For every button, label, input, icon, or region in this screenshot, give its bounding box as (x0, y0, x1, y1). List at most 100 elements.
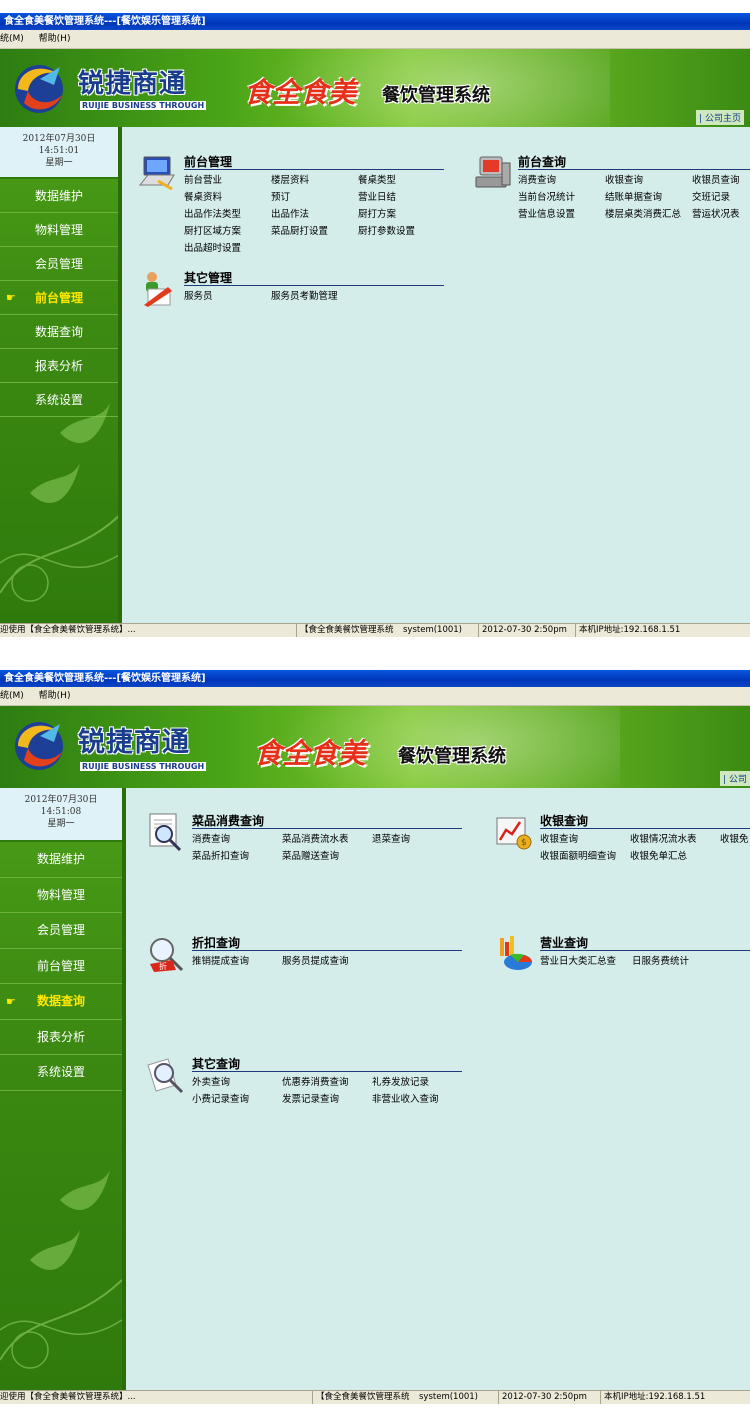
title-bar: 食全食美餐饮管理系统---[餐饮娱乐管理系统] (0, 13, 750, 30)
sidebar-item-label: 会员管理 (36, 923, 85, 937)
sidebar-item-reports[interactable]: 报表分析 (0, 1020, 122, 1055)
menu-help[interactable]: 帮助(H) (39, 691, 71, 701)
status-welcome: 迎使用【食全食美餐饮管理系统】... (0, 1392, 136, 1402)
link-cashier-free[interactable]: 收银免 (720, 833, 750, 846)
link-floor-table-summary[interactable]: 楼层桌类消费汇总 (605, 208, 692, 221)
link-operation-status[interactable]: 营运状况表 (692, 208, 750, 221)
company-homepage-link[interactable]: | 公司主页 (696, 110, 744, 125)
section-front-desk-management: 前台管理 前台营业 楼层资料 餐桌类型 餐桌资料 预订 营业日结 出品作法类型 … (138, 153, 458, 263)
link-non-business-income[interactable]: 非营业收入查询 (372, 1093, 462, 1106)
section-business-query: 营业查询 营业日大类汇总查 日服务费统计 (494, 934, 750, 994)
link-kitchen-print-plan[interactable]: 厨打方案 (358, 208, 444, 221)
section-title: 其它查询 (192, 1057, 241, 1071)
link-consumption-query[interactable]: 消费查询 (192, 833, 282, 846)
sidebar-item-front-desk[interactable]: 前台管理 (0, 949, 122, 984)
link-tip-records[interactable]: 小费记录查询 (192, 1093, 282, 1106)
sidebar-item-data-maintenance[interactable]: 数据维护 (0, 179, 118, 213)
time-text: 14:51:01 (38, 146, 80, 156)
link-dish-gift-query[interactable]: 菜品赠送查询 (282, 850, 372, 863)
link-bill-query[interactable]: 结账单据查询 (605, 191, 692, 204)
user-edit-icon (144, 272, 172, 307)
status-user: system(1001) (419, 1392, 478, 1402)
link-cashier-staff-query[interactable]: 收银员查询 (692, 174, 750, 187)
link-daily-service-fee[interactable]: 日服务费统计 (632, 955, 712, 968)
section-links: 服务员 服务员考勤管理 (184, 290, 391, 303)
logo-chinese-text: 锐捷商通 (78, 727, 190, 758)
link-returned-dish-query[interactable]: 退菜查询 (372, 833, 462, 846)
sidebar-item-data-query[interactable]: 数据查询 (0, 315, 118, 349)
link-waiter-commission[interactable]: 服务员提成查询 (282, 955, 392, 968)
link-denomination-detail[interactable]: 收银面额明细查询 (540, 850, 630, 863)
link-reservation[interactable]: 预订 (271, 191, 358, 204)
section-title: 折扣查询 (192, 936, 241, 950)
link-cashier-query[interactable]: 收银查询 (540, 833, 630, 846)
sidebar-item-reports[interactable]: 报表分析 (0, 349, 118, 383)
section-divider (540, 828, 750, 829)
sidebar-item-members[interactable]: 会员管理 (0, 247, 118, 281)
link-takeout-query[interactable]: 外卖查询 (192, 1076, 282, 1089)
status-ip: 本机IP地址:192.168.1.51 (575, 624, 680, 637)
sidebar-item-data-query[interactable]: ☛ 数据查询 (0, 984, 122, 1020)
sidebar-item-label: 物料管理 (36, 887, 85, 902)
link-kitchen-print-area[interactable]: 厨打区域方案 (184, 225, 271, 238)
link-cashier-query[interactable]: 收银查询 (605, 174, 692, 187)
link-cooking-methods[interactable]: 出品作法 (271, 208, 358, 221)
sidebar-item-data-maintenance[interactable]: 数据维护 (0, 842, 122, 878)
link-table-info[interactable]: 餐桌资料 (184, 191, 271, 204)
link-front-business[interactable]: 前台营业 (184, 174, 271, 187)
ruijie-logo-icon (15, 722, 63, 770)
sidebar-item-label: 数据查询 (34, 325, 83, 339)
status-ip: 本机IP地址:192.168.1.51 (600, 1391, 705, 1404)
link-coupon-consumption[interactable]: 优惠券消费查询 (282, 1076, 372, 1089)
link-shift-records[interactable]: 交班记录 (692, 191, 750, 204)
system-name: 餐饮管理系统 (398, 746, 506, 767)
sidebar-item-members[interactable]: 会员管理 (0, 913, 122, 949)
section-other-query: 其它查询 外卖查询 优惠券消费查询 礼券发放记录 小费记录查询 发票记录查询 非… (146, 1055, 466, 1125)
laptop-icon (138, 156, 175, 191)
link-cooking-method-types[interactable]: 出品作法类型 (184, 208, 271, 221)
logo-english-text: RUIJIE BUSINESS THROUGH (80, 101, 207, 110)
link-kitchen-print-params[interactable]: 厨打参数设置 (358, 225, 444, 238)
link-serve-timeout[interactable]: 出品超时设置 (184, 242, 271, 255)
link-table-types[interactable]: 餐桌类型 (358, 174, 444, 187)
link-dish-kitchen-print[interactable]: 菜品厨打设置 (271, 225, 358, 238)
sidebar-item-label: 数据维护 (34, 189, 83, 203)
date-display: 2012年07月30日 14:51:01 星期一 (0, 127, 118, 179)
link-consumption-query[interactable]: 消费查询 (518, 174, 605, 187)
sidebar-item-materials[interactable]: 物料管理 (0, 878, 122, 913)
link-gift-voucher-records[interactable]: 礼券发放记录 (372, 1076, 462, 1089)
pointer-hand-icon: ☛ (6, 291, 16, 304)
link-dish-consumption-flow[interactable]: 菜品消费流水表 (282, 833, 372, 846)
link-cashier-flow[interactable]: 收银情况流水表 (630, 833, 720, 846)
section-title: 营业查询 (540, 936, 589, 950)
company-homepage-link[interactable]: | 公司 (720, 771, 750, 786)
link-waiter-attendance[interactable]: 服务员考勤管理 (271, 290, 391, 303)
weekday-text: 星期一 (45, 158, 73, 168)
menu-bar: 统(M) 帮助(H) (0, 30, 750, 49)
menu-system[interactable]: 统(M) (0, 691, 24, 701)
sidebar-item-label: 物料管理 (34, 223, 83, 237)
sidebar-item-materials[interactable]: 物料管理 (0, 213, 118, 247)
menu-help[interactable]: 帮助(H) (39, 34, 71, 44)
link-sales-commission[interactable]: 推销提成查询 (192, 955, 282, 968)
section-divider (192, 1071, 462, 1072)
sidebar-item-front-desk[interactable]: ☛ 前台管理 (0, 281, 118, 315)
link-invoice-records[interactable]: 发票记录查询 (282, 1093, 372, 1106)
section-links: 推销提成查询 服务员提成查询 (192, 955, 392, 968)
link-free-bill-summary[interactable]: 收银免单汇总 (630, 850, 720, 863)
section-links: 消费查询 收银查询 收银员查询 当前台况统计 结账单据查询 交班记录 营业信息设… (518, 174, 750, 221)
menu-system[interactable]: 统(M) (0, 34, 24, 44)
status-welcome: 迎使用【食全食美餐饮管理系统】... (0, 625, 136, 635)
link-waiters[interactable]: 服务员 (184, 290, 271, 303)
link-dish-discount-query[interactable]: 菜品折扣查询 (192, 850, 282, 863)
link-current-table-stats[interactable]: 当前台况统计 (518, 191, 605, 204)
section-discount-query: 折 折扣查询 推销提成查询 服务员提成查询 (146, 934, 466, 994)
section-divider (192, 828, 462, 829)
section-links: 外卖查询 优惠券消费查询 礼券发放记录 小费记录查询 发票记录查询 非营业收入查… (192, 1076, 462, 1106)
link-daily-close[interactable]: 营业日结 (358, 191, 444, 204)
link-floor-info[interactable]: 楼层资料 (271, 174, 358, 187)
link-business-info-settings[interactable]: 营业信息设置 (518, 208, 605, 221)
link-daily-category-summary[interactable]: 营业日大类汇总查 (540, 955, 632, 968)
sidebar-item-settings[interactable]: 系统设置 (0, 1055, 122, 1091)
chart-trend-icon: $ (496, 817, 532, 850)
